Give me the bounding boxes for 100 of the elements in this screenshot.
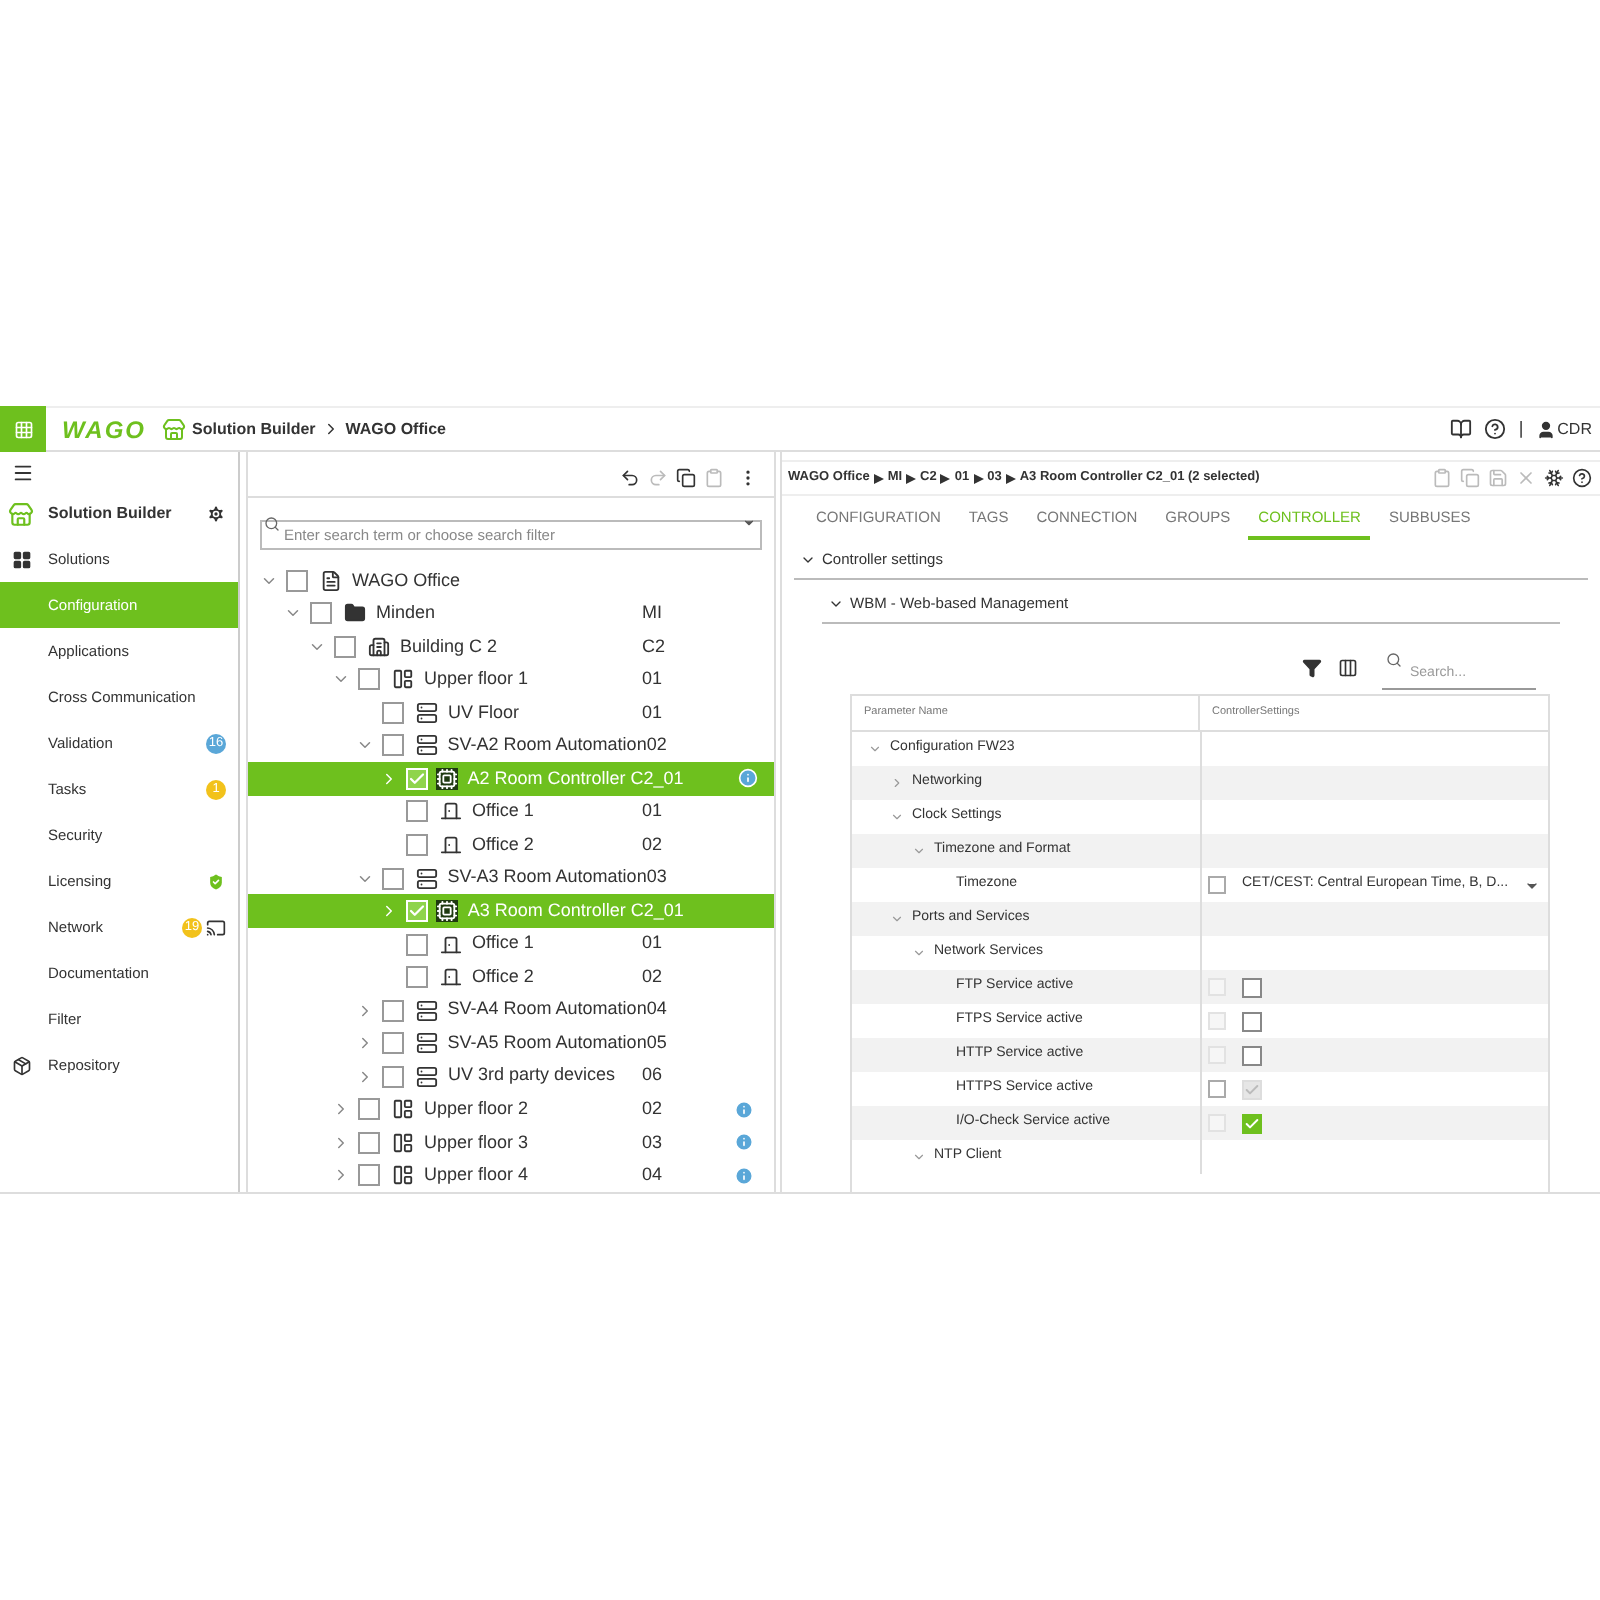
path-arrow-icon [973,473,984,483]
menu-icon[interactable] [12,462,34,484]
path-arrow-icon [1005,473,1016,483]
chevron-down-icon[interactable] [912,1150,926,1164]
checkbox[interactable] [406,966,428,989]
grid-icon [12,549,32,569]
tree-item[interactable]: UV Floor 01 [248,696,774,730]
tree-item[interactable]: SV-A5 Room Automation05 [248,1026,774,1060]
filter-icon[interactable] [1302,658,1322,678]
checkbox[interactable] [358,668,380,691]
tree-item[interactable]: SV-A3 Room Automation03 [248,861,774,895]
chevron-right-icon[interactable] [890,776,904,790]
columns-icon[interactable] [1338,658,1358,678]
tree-item[interactable]: WAGO Office [248,564,774,598]
tree-label: Building C 2 [400,633,498,660]
chevron-right-icon[interactable] [332,1100,350,1119]
checkbox[interactable] [382,1065,404,1088]
caret-icon[interactable] [742,516,756,530]
checkbox[interactable] [382,734,404,757]
paste-icon[interactable] [1432,468,1452,488]
tree-code: 02 [642,831,663,858]
tree-item[interactable]: Upper floor 2 02 [248,1093,774,1127]
chevron-right-icon[interactable] [356,1067,374,1086]
chevron-right-icon[interactable] [332,1166,350,1185]
tree-label: UV 3rd party devices [448,1062,616,1089]
settings-icon[interactable] [206,504,226,524]
floor-plan-icon [392,1098,414,1121]
help-icon[interactable] [1484,418,1507,440]
chevron-right-icon[interactable] [332,1133,350,1152]
cabinet-icon [415,1032,438,1055]
checkbox[interactable] [382,999,404,1022]
tree-label: Upper floor 3 [424,1129,529,1156]
package-icon [12,1055,32,1075]
cabinet-icon [415,734,438,757]
undo-icon[interactable] [620,467,640,487]
value-checkbox[interactable] [1242,1011,1262,1031]
chevron-down-icon[interactable] [868,742,882,756]
tree-code: 02 [646,732,667,759]
close-icon[interactable] [1516,468,1536,488]
value-checkbox[interactable] [1242,1045,1262,1065]
tree-label: UV Floor [448,699,520,726]
chevron-right-icon[interactable] [380,769,398,788]
value-checkbox[interactable] [1242,1113,1262,1133]
checkbox[interactable] [358,1098,380,1121]
save-icon[interactable] [1488,468,1508,488]
tree-label: Office 1 [472,798,534,825]
override-checkbox[interactable] [1208,1080,1226,1098]
checkbox[interactable] [406,834,428,857]
checkbox[interactable] [382,701,404,724]
app-launcher-button[interactable] [0,406,46,452]
tree-item[interactable]: Building C 2 C2 [248,630,774,664]
tree-item[interactable]: Office 1 01 [248,795,774,829]
chevron-down-icon[interactable] [912,844,926,858]
tree-item[interactable]: Office 2 02 [248,828,774,862]
checkbox[interactable] [358,1164,380,1187]
tree-item[interactable]: Upper floor 4 04 [248,1159,774,1192]
checkbox[interactable] [310,602,332,625]
checkbox[interactable] [334,635,356,658]
checkbox[interactable] [406,933,428,956]
tree-label: SV-A2 Room Automation [447,732,647,759]
tree-code: MI [642,600,662,627]
paste-icon[interactable] [704,467,724,487]
book-icon[interactable] [1450,418,1473,440]
snowflake-icon[interactable] [1544,468,1564,488]
tree-item[interactable]: UV 3rd party devices 06 [248,1059,774,1093]
tree-item[interactable]: Office 2 02 [248,960,774,994]
user-name[interactable]: CDR [1557,417,1592,441]
checkbox[interactable] [358,1131,380,1154]
tree-item[interactable]: Office 1 01 [248,927,774,961]
help-icon[interactable] [1572,468,1592,488]
tree-item[interactable]: SV-A4 Room Automation04 [248,993,774,1027]
breadcrumb-current: WAGO Office [345,417,447,441]
room-icon [440,834,462,857]
user-icon[interactable] [1535,419,1556,439]
value-checkbox[interactable] [1242,977,1262,997]
redo-icon[interactable] [648,467,668,487]
chevron-down-icon[interactable] [912,946,926,960]
tree-item[interactable]: Upper floor 1 01 [248,663,774,697]
breadcrumb-link[interactable]: Solution Builder [192,417,316,441]
chevron-right-icon[interactable] [356,1034,374,1053]
override-checkbox[interactable] [1208,876,1226,894]
checkbox[interactable] [382,867,404,890]
tree-item[interactable]: Minden MI [248,597,774,631]
chevron-right-icon[interactable] [380,902,398,921]
checkbox[interactable] [382,1032,404,1055]
search-icon [1386,652,1402,668]
tree-label: SV-A3 Room Automation [447,864,647,891]
checkbox[interactable] [286,569,308,592]
copy-icon[interactable] [676,467,696,487]
wago-logo: WAGO [62,413,146,447]
tree-code: C2 [642,633,666,660]
chevron-down-icon[interactable] [890,810,904,824]
checkbox[interactable] [406,800,428,823]
tree-item[interactable]: SV-A2 Room Automation02 [248,729,774,763]
tree-item[interactable]: Upper floor 3 03 [248,1126,774,1160]
chevron-right-icon[interactable] [356,1001,374,1020]
tree-label: Upper floor 1 [424,666,529,693]
tree-label: A3 Room Controller C2_01 [467,897,684,924]
tree-code: 01 [642,930,663,957]
chevron-down-icon[interactable] [890,912,904,926]
